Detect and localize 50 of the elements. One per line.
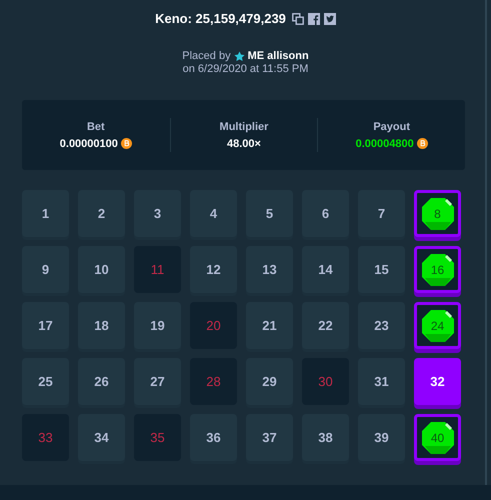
gem-icon xyxy=(420,252,454,286)
placed-by-label: Placed by xyxy=(182,50,231,62)
stat-label: Bet xyxy=(86,120,105,132)
keno-tile[interactable]: 19 xyxy=(134,302,181,349)
bitcoin-icon xyxy=(120,138,132,149)
keno-tile[interactable]: 10 xyxy=(78,246,125,293)
stat-value: 0.00000100 xyxy=(60,138,118,150)
keno-tile[interactable]: 36 xyxy=(190,414,237,461)
keno-tile[interactable]: 3 xyxy=(134,190,181,237)
facebook-icon[interactable] xyxy=(308,12,320,24)
keno-tile[interactable]: 18 xyxy=(78,302,125,349)
gem-icon xyxy=(420,196,454,230)
game-title: Keno: 25,159,479,239 xyxy=(155,11,286,26)
keno-tile[interactable]: 5 xyxy=(246,190,293,237)
keno-tile[interactable]: 26 xyxy=(78,358,125,405)
keno-tile[interactable]: 14 xyxy=(302,246,349,293)
gem-icon xyxy=(420,308,454,342)
keno-tile[interactable]: 27 xyxy=(134,358,181,405)
stat-value: 0.00004800 xyxy=(356,138,414,150)
keno-tile[interactable]: 38 xyxy=(302,414,349,461)
keno-tile[interactable]: 17 xyxy=(22,302,69,349)
username-link[interactable]: ME allisonn xyxy=(248,50,309,62)
twitter-icon[interactable] xyxy=(324,12,336,24)
keno-tile[interactable]: 7 xyxy=(358,190,405,237)
keno-tile[interactable]: 1 xyxy=(22,190,69,237)
keno-tile[interactable]: 9 xyxy=(22,246,69,293)
keno-tile[interactable]: 23 xyxy=(358,302,405,349)
keno-tile[interactable]: 39 xyxy=(358,414,405,461)
star-icon xyxy=(234,50,245,62)
keno-tile[interactable]: 13 xyxy=(246,246,293,293)
stat-label: Payout xyxy=(373,120,410,132)
bitcoin-icon xyxy=(416,138,428,149)
keno-tile[interactable]: 29 xyxy=(246,358,293,405)
keno-tile[interactable]: 21 xyxy=(246,302,293,349)
keno-tile[interactable]: 12 xyxy=(190,246,237,293)
keno-tile[interactable]: 15 xyxy=(358,246,405,293)
gem-icon xyxy=(420,420,454,454)
keno-tile[interactable]: 34 xyxy=(78,414,125,461)
keno-tile[interactable]: 2 xyxy=(78,190,125,237)
stat-label: Multiplier xyxy=(220,120,268,132)
keno-tile[interactable]: 22 xyxy=(302,302,349,349)
copy-icon[interactable] xyxy=(292,12,304,24)
keno-tile[interactable]: 32 xyxy=(414,358,461,405)
keno-tile[interactable]: 25 xyxy=(22,358,69,405)
keno-tile[interactable]: 31 xyxy=(358,358,405,405)
keno-tile[interactable]: 6 xyxy=(302,190,349,237)
keno-tile[interactable]: 4 xyxy=(190,190,237,237)
stat-value: 48.00× xyxy=(227,138,261,150)
bet-date: on 6/29/2020 at 11:55 PM xyxy=(182,63,308,75)
keno-tile[interactable]: 37 xyxy=(246,414,293,461)
